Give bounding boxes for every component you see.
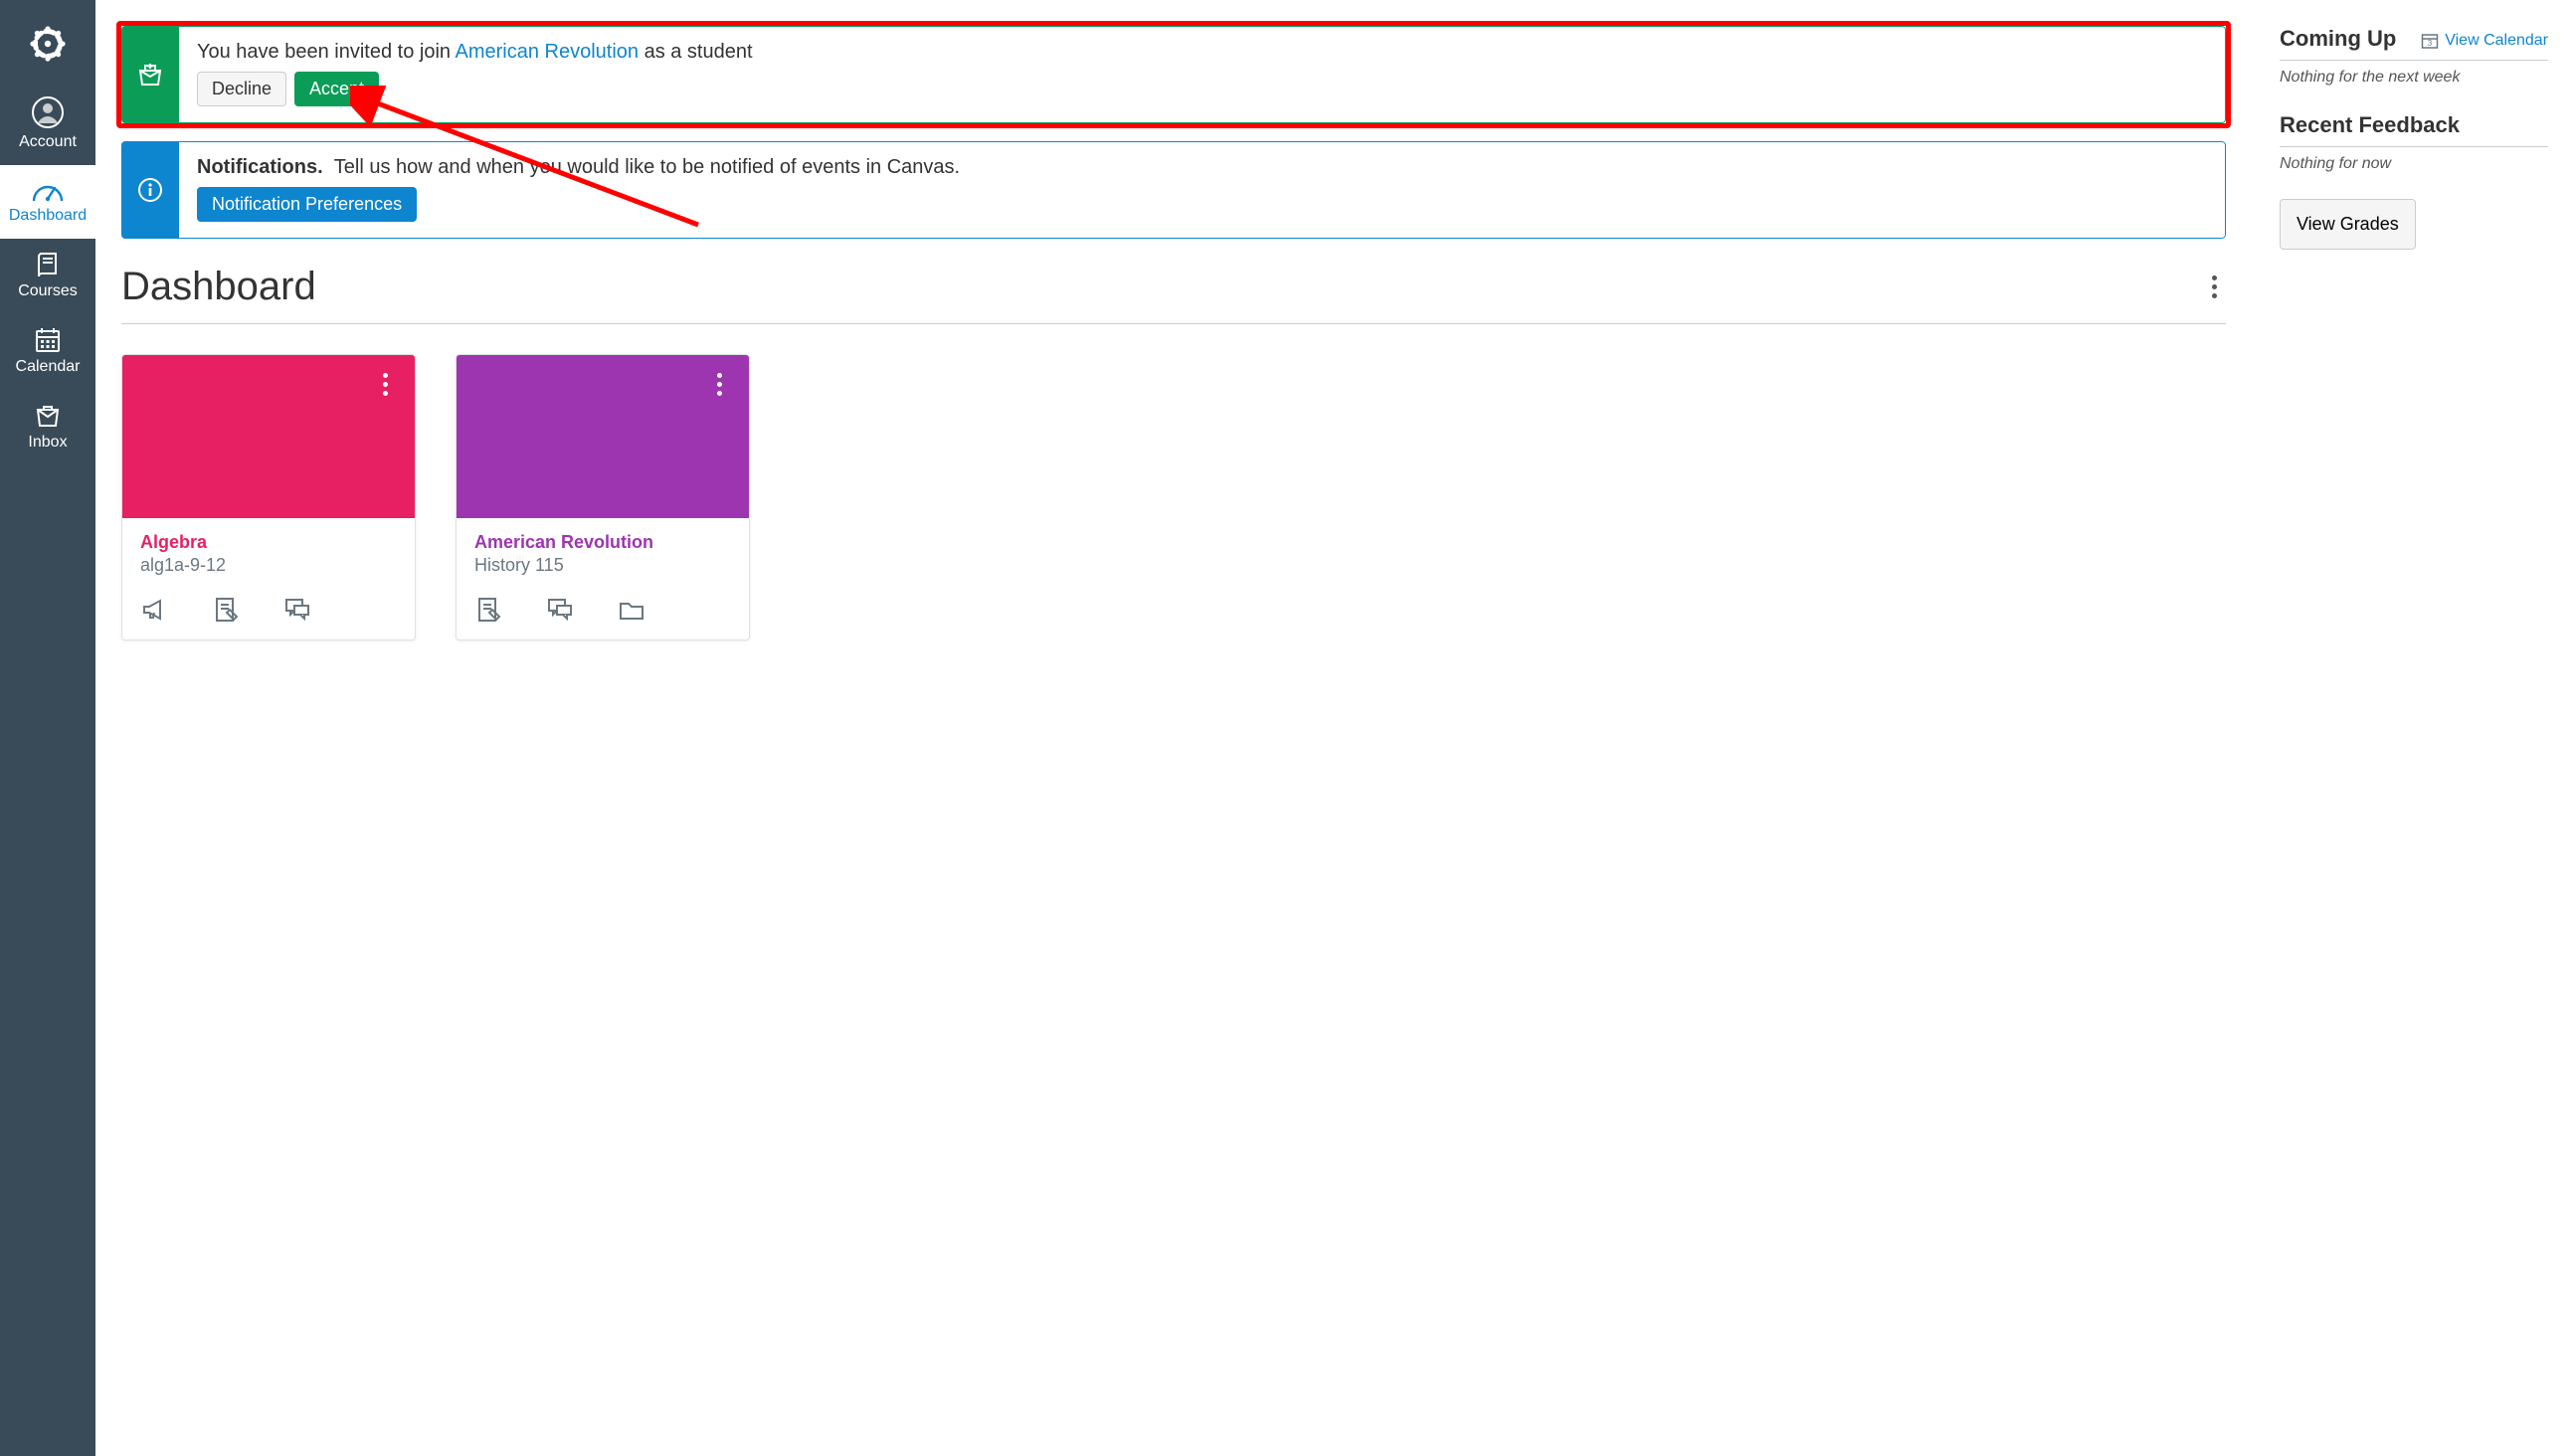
course-card[interactable]: Algebraalg1a-9-12	[121, 354, 416, 640]
course-action-discussion[interactable]	[546, 596, 574, 624]
invite-prefix: You have been invited to join	[197, 41, 455, 63]
accept-button[interactable]: Accept	[294, 72, 379, 106]
invite-suffix: as a student	[639, 41, 753, 63]
coming-up-title: Coming Up	[2280, 26, 2396, 52]
nav-inbox-label: Inbox	[28, 434, 67, 451]
invitation-icon	[136, 61, 164, 89]
dashboard-icon	[32, 177, 64, 203]
global-nav: Account Dashboard Courses Calendar	[0, 0, 95, 1456]
decline-button[interactable]: Decline	[197, 72, 286, 106]
invite-message: You have been invited to join American R…	[197, 41, 2207, 64]
right-sidebar: Coming Up 3 View Calendar Nothing for th…	[2280, 26, 2548, 1456]
assignment-icon	[474, 596, 502, 624]
nav-calendar-label: Calendar	[16, 358, 81, 375]
calendar-icon	[34, 326, 62, 354]
recent-feedback-title: Recent Feedback	[2280, 112, 2460, 138]
canvas-logo	[26, 0, 70, 84]
course-card-title[interactable]: Algebra	[140, 532, 397, 553]
nav-calendar[interactable]: Calendar	[0, 314, 95, 390]
course-card-title[interactable]: American Revolution	[474, 532, 731, 553]
svg-text:3: 3	[2428, 39, 2433, 48]
invite-icon-stripe	[121, 26, 179, 123]
book-icon	[34, 251, 62, 278]
nav-inbox[interactable]: Inbox	[0, 390, 95, 465]
nav-account-label: Account	[19, 133, 77, 150]
course-action-assignment[interactable]	[474, 596, 502, 624]
center-column: You have been invited to join American R…	[121, 26, 2226, 1456]
course-action-assignment[interactable]	[212, 596, 240, 624]
discussion-icon	[283, 596, 311, 624]
view-calendar-label: View Calendar	[2445, 32, 2548, 50]
nav-courses[interactable]: Courses	[0, 239, 95, 314]
nav-dashboard[interactable]: Dashboard	[0, 165, 95, 239]
notification-title: Notifications.	[197, 156, 323, 178]
notification-prefs-button[interactable]: Notification Preferences	[197, 187, 417, 222]
main-area: You have been invited to join American R…	[95, 0, 2574, 1456]
course-card-subtitle: alg1a-9-12	[140, 555, 397, 576]
page-title: Dashboard	[121, 265, 316, 309]
invite-course-link[interactable]: American Revolution	[455, 41, 639, 63]
coming-up-empty: Nothing for the next week	[2280, 69, 2548, 87]
dashboard-options-menu[interactable]	[2202, 272, 2226, 302]
canvas-logo-icon	[26, 22, 70, 66]
course-action-files[interactable]	[618, 596, 645, 624]
nav-dashboard-label: Dashboard	[9, 207, 87, 224]
view-calendar-link[interactable]: 3 View Calendar	[2421, 32, 2548, 50]
announcement-icon	[140, 596, 168, 624]
notification-prefs-alert: Notifications. Tell us how and when you …	[121, 141, 2226, 239]
course-card-hero	[457, 355, 749, 518]
annotation-highlight: You have been invited to join American R…	[116, 21, 2231, 128]
recent-feedback-empty: Nothing for now	[2280, 155, 2548, 173]
nav-account[interactable]: Account	[0, 84, 95, 165]
calendar-small-icon: 3	[2421, 32, 2439, 50]
course-action-announcement[interactable]	[140, 596, 168, 624]
info-icon	[137, 177, 163, 203]
nav-courses-label: Courses	[18, 282, 78, 299]
course-card-subtitle: History 115	[474, 555, 731, 576]
course-card-actions	[122, 578, 415, 639]
view-grades-button[interactable]: View Grades	[2280, 199, 2416, 250]
course-cards: Algebraalg1a-9-12American RevolutionHist…	[121, 354, 2226, 640]
course-action-discussion[interactable]	[283, 596, 311, 624]
discussion-icon	[546, 596, 574, 624]
course-invite-alert: You have been invited to join American R…	[121, 26, 2226, 123]
notification-body: Tell us how and when you would like to b…	[334, 156, 960, 178]
info-icon-stripe	[121, 141, 179, 239]
course-card-hero	[122, 355, 415, 518]
course-card-menu[interactable]	[373, 369, 397, 400]
course-card-menu[interactable]	[707, 369, 731, 400]
files-icon	[618, 596, 645, 624]
page-header: Dashboard	[121, 257, 2226, 324]
notification-message: Notifications. Tell us how and when you …	[197, 156, 2207, 179]
course-card[interactable]: American RevolutionHistory 115	[456, 354, 750, 640]
course-card-actions	[457, 578, 749, 639]
assignment-icon	[212, 596, 240, 624]
user-icon	[31, 95, 65, 129]
inbox-icon	[34, 402, 62, 430]
